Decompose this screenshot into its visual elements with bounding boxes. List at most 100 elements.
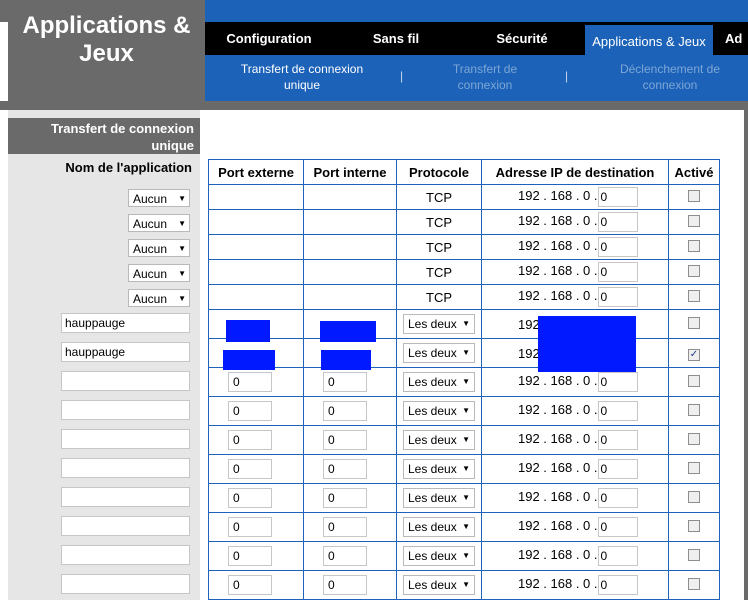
ip-last-octet-input[interactable]: 0 bbox=[597, 287, 638, 307]
internal-port-input[interactable]: 0 bbox=[323, 372, 367, 392]
external-port-cell: 0 bbox=[208, 454, 304, 484]
tab-admin[interactable]: Ad bbox=[725, 22, 748, 55]
protocol-select-value: Les deux bbox=[408, 433, 457, 447]
internal-port-cell bbox=[303, 234, 397, 260]
protocol-select[interactable]: Les deux ▼ bbox=[403, 459, 475, 479]
enabled-checkbox[interactable] bbox=[688, 316, 700, 329]
table-row: Les deux ▼ 192 ✓ bbox=[208, 338, 720, 368]
internal-port-input[interactable]: 0 bbox=[323, 488, 367, 508]
enabled-checkbox[interactable] bbox=[688, 432, 700, 445]
protocol-label: TCP bbox=[426, 239, 452, 255]
chevron-down-icon: ▼ bbox=[462, 580, 470, 589]
protocol-select[interactable]: Les deux ▼ bbox=[403, 372, 475, 392]
app-select[interactable]: Aucun ▼ bbox=[128, 214, 190, 232]
subtab-single-port-forwarding[interactable]: Transfert de connexion unique bbox=[229, 61, 375, 93]
protocol-select[interactable]: Les deux ▼ bbox=[403, 546, 475, 566]
ip-prefix: 192 . 168 . 0 . bbox=[518, 402, 598, 418]
ip-last-octet-input[interactable]: 0 bbox=[597, 430, 638, 450]
app-select[interactable]: Aucun ▼ bbox=[128, 289, 190, 307]
table-header-row: Port externe Port interne Protocole Adre… bbox=[208, 159, 720, 185]
tab-applications-games[interactable]: Applications & Jeux bbox=[585, 25, 713, 55]
external-port-input[interactable]: 0 bbox=[228, 401, 272, 421]
enabled-checkbox[interactable] bbox=[688, 403, 700, 416]
chevron-down-icon: ▼ bbox=[178, 219, 186, 228]
app-name-input[interactable] bbox=[61, 574, 190, 594]
protocol-select[interactable]: Les deux ▼ bbox=[403, 430, 475, 450]
enabled-checkbox[interactable] bbox=[688, 577, 700, 590]
enabled-checkbox[interactable] bbox=[688, 490, 700, 503]
protocol-select-value: Les deux bbox=[408, 578, 457, 592]
ip-last-octet-input[interactable]: 0 bbox=[597, 372, 638, 392]
ip-last-octet-input[interactable]: 0 bbox=[597, 517, 638, 537]
app-name-input[interactable] bbox=[61, 458, 190, 478]
app-name-input[interactable] bbox=[61, 371, 190, 391]
ip-last-octet-input[interactable]: 0 bbox=[597, 401, 638, 421]
external-port-input[interactable]: 0 bbox=[228, 459, 272, 479]
enabled-checkbox[interactable] bbox=[688, 214, 700, 227]
ip-last-octet-input[interactable]: 0 bbox=[597, 575, 638, 595]
col-destination-ip: Adresse IP de destination bbox=[481, 159, 669, 185]
ip-last-octet-input[interactable]: 0 bbox=[597, 212, 638, 232]
enabled-checkbox[interactable] bbox=[688, 189, 700, 202]
enabled-checkbox[interactable] bbox=[688, 264, 700, 277]
app-name-input[interactable]: hauppauge bbox=[61, 342, 190, 362]
enabled-checkbox[interactable] bbox=[688, 289, 700, 302]
ip-last-octet-input[interactable]: 0 bbox=[597, 459, 638, 479]
app-select[interactable]: Aucun ▼ bbox=[128, 189, 190, 207]
app-name-input[interactable] bbox=[61, 487, 190, 507]
app-name-input[interactable]: hauppauge bbox=[61, 313, 190, 333]
ip-last-octet-input[interactable]: 0 bbox=[597, 262, 638, 282]
internal-port-input[interactable]: 0 bbox=[323, 517, 367, 537]
enabled-cell bbox=[668, 234, 720, 260]
ip-last-octet-input[interactable]: 0 bbox=[597, 546, 638, 566]
tab-wireless[interactable]: Sans fil bbox=[333, 22, 459, 55]
protocol-select[interactable]: Les deux ▼ bbox=[403, 401, 475, 421]
enabled-checkbox[interactable] bbox=[688, 239, 700, 252]
protocol-select[interactable]: Les deux ▼ bbox=[403, 314, 475, 334]
tab-security[interactable]: Sécurité bbox=[459, 22, 585, 55]
ip-last-octet-input[interactable]: 0 bbox=[597, 488, 638, 508]
enabled-checkbox[interactable] bbox=[688, 519, 700, 532]
enabled-checkbox[interactable] bbox=[688, 548, 700, 561]
protocol-select[interactable]: Les deux ▼ bbox=[403, 488, 475, 508]
protocol-select-value: Les deux bbox=[408, 404, 457, 418]
external-port-input[interactable]: 0 bbox=[228, 430, 272, 450]
app-select-value: Aucun bbox=[133, 267, 168, 281]
ip-prefix: 192 . 168 . 0 . bbox=[518, 238, 598, 254]
external-port-input[interactable]: 0 bbox=[228, 372, 272, 392]
app-select[interactable]: Aucun ▼ bbox=[128, 239, 190, 257]
protocol-select[interactable]: Les deux ▼ bbox=[403, 575, 475, 595]
protocol-cell: Les deux ▼ bbox=[396, 367, 482, 397]
enabled-cell bbox=[668, 541, 720, 571]
external-port-input[interactable]: 0 bbox=[228, 575, 272, 595]
table-row: TCP 192 . 168 . 0 .0 bbox=[208, 184, 720, 210]
enabled-checkbox[interactable] bbox=[688, 461, 700, 474]
app-name-input[interactable] bbox=[61, 429, 190, 449]
internal-port-input[interactable]: 0 bbox=[323, 575, 367, 595]
protocol-cell: Les deux ▼ bbox=[396, 309, 482, 339]
enabled-checkbox[interactable]: ✓ bbox=[688, 349, 700, 361]
tab-configuration[interactable]: Configuration bbox=[205, 22, 333, 55]
protocol-select[interactable]: Les deux ▼ bbox=[403, 517, 475, 537]
subtab-port-triggering[interactable]: Déclenchement de connexion bbox=[600, 61, 740, 93]
external-port-input[interactable]: 0 bbox=[228, 488, 272, 508]
ip-last-octet-input[interactable]: 0 bbox=[597, 187, 638, 207]
app-select[interactable]: Aucun ▼ bbox=[128, 264, 190, 282]
protocol-select[interactable]: Les deux ▼ bbox=[403, 343, 475, 363]
internal-port-input[interactable]: 0 bbox=[323, 459, 367, 479]
internal-port-input[interactable]: 0 bbox=[323, 401, 367, 421]
external-port-input[interactable]: 0 bbox=[228, 546, 272, 566]
external-port-input[interactable]: 0 bbox=[228, 517, 272, 537]
internal-port-input[interactable]: 0 bbox=[323, 430, 367, 450]
table-row: Les deux ▼ 192 bbox=[208, 309, 720, 339]
app-name-input[interactable] bbox=[61, 400, 190, 420]
internal-port-input[interactable]: 0 bbox=[323, 546, 367, 566]
app-name-input[interactable] bbox=[61, 545, 190, 565]
app-name-input[interactable] bbox=[61, 516, 190, 536]
external-port-cell bbox=[208, 259, 304, 285]
internal-port-cell: 0 bbox=[303, 570, 397, 600]
destination-ip-cell: 192 . 168 . 0 .0 bbox=[481, 234, 669, 260]
ip-last-octet-input[interactable]: 0 bbox=[597, 237, 638, 257]
enabled-checkbox[interactable] bbox=[688, 374, 700, 387]
subtab-port-range-forwarding[interactable]: Transfert de connexion bbox=[435, 61, 535, 93]
